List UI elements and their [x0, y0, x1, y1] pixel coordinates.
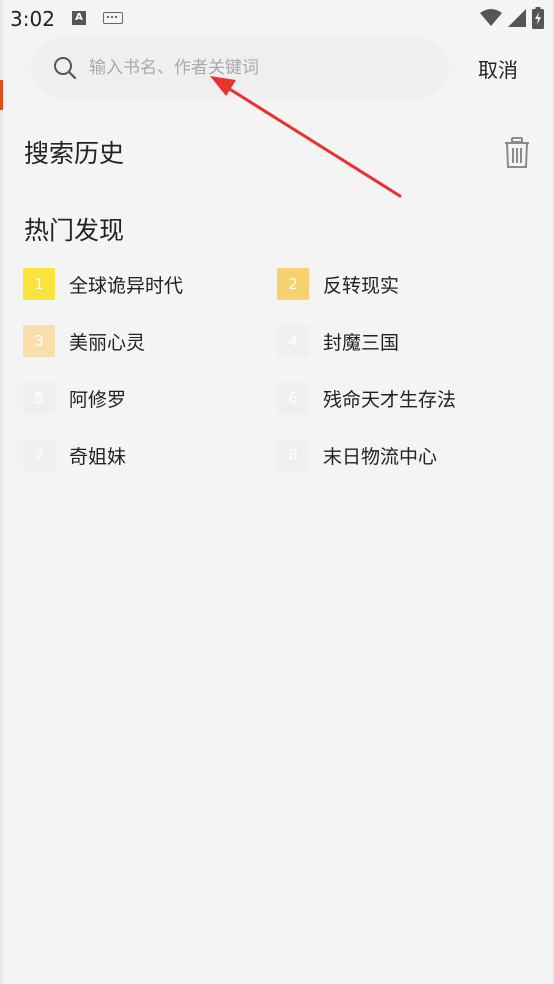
hot-item-title: 末日物流中心	[323, 445, 438, 468]
rank-badge: 4	[277, 325, 309, 357]
hot-item[interactable]: 3 美丽心灵	[23, 325, 145, 357]
battery-icon	[532, 7, 544, 29]
hot-item[interactable]: 6 残命天才生存法	[277, 382, 456, 414]
rank-badge: 1	[23, 268, 55, 300]
search-history-title: 搜索历史	[24, 139, 125, 168]
status-time: 3:02	[10, 7, 55, 31]
cancel-button[interactable]: 取消	[478, 54, 518, 83]
hot-item-title: 封魔三国	[323, 331, 400, 354]
underlying-page-edge	[0, 0, 3, 984]
hot-item[interactable]: 4 封魔三国	[277, 325, 399, 357]
hot-item-title: 美丽心灵	[69, 331, 146, 354]
rank-badge: 3	[23, 325, 55, 357]
search-icon	[54, 57, 77, 80]
signal-icon	[508, 9, 526, 27]
hot-item-title: 阿修罗	[69, 388, 127, 411]
rank-badge: 6	[277, 382, 309, 414]
keyboard-icon	[103, 12, 123, 24]
hot-item[interactable]: 1 全球诡异时代	[23, 268, 183, 300]
hot-item[interactable]: 2 反转现实	[277, 268, 399, 300]
hot-item-title: 反转现实	[323, 274, 400, 297]
rank-badge: 5	[23, 382, 55, 414]
hot-item[interactable]: 7 奇姐妹	[23, 439, 126, 471]
hot-item-title: 残命天才生存法	[323, 388, 457, 411]
search-input[interactable]	[89, 55, 429, 81]
search-screen: 3:02 A 取消 搜索历史	[0, 0, 554, 984]
hot-item[interactable]: 5 阿修罗	[23, 382, 126, 414]
rank-badge: 8	[277, 439, 309, 471]
underlying-page-accent	[0, 80, 3, 110]
hot-discovery-title: 热门发现	[24, 216, 125, 245]
hot-item-title: 全球诡异时代	[69, 274, 184, 297]
hot-item[interactable]: 8 末日物流中心	[277, 439, 437, 471]
hot-item-title: 奇姐妹	[69, 445, 127, 468]
status-bar: 3:02 A	[0, 0, 554, 36]
rank-badge: 2	[277, 268, 309, 300]
status-indicators	[480, 6, 544, 30]
wifi-icon	[480, 9, 502, 26]
rank-badge: 7	[23, 439, 55, 471]
notification-a-icon: A	[72, 11, 86, 25]
search-box[interactable]	[31, 37, 449, 99]
trash-icon[interactable]	[503, 137, 531, 169]
